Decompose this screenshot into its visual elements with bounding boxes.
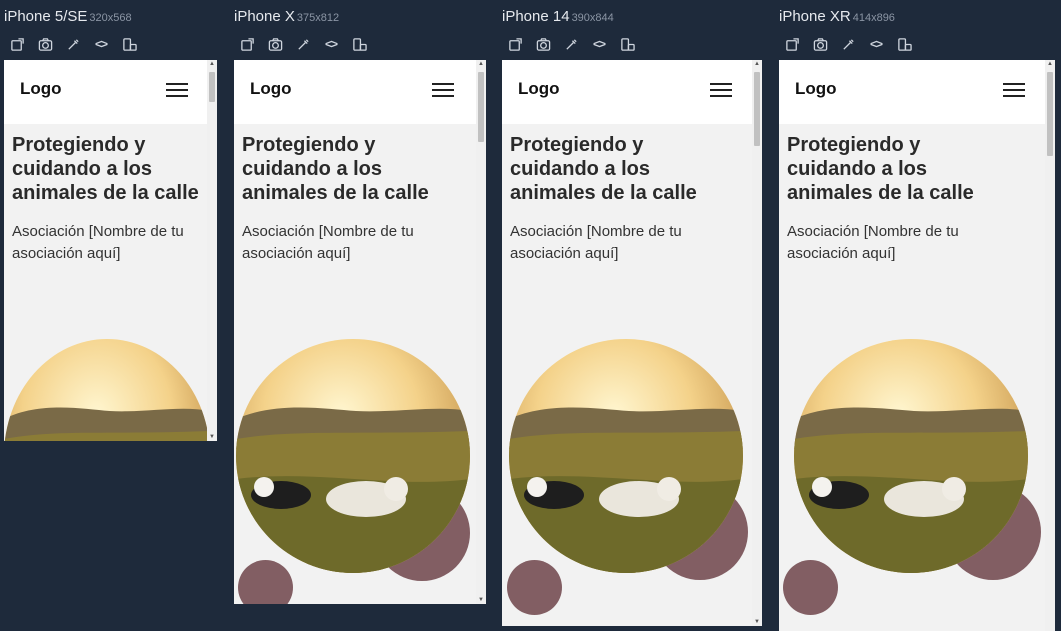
scrollbar[interactable]: ▲ ▼ xyxy=(476,60,486,604)
scroll-up-arrow-icon[interactable]: ▲ xyxy=(752,60,762,68)
rotate-icon[interactable] xyxy=(8,35,26,53)
device-label: iPhone 14 390x844 xyxy=(502,8,614,25)
hero-subtitle: Asociación [Nombre de tu asociación aquí… xyxy=(510,223,682,262)
site-navbar: Logo xyxy=(779,60,1045,124)
site-logo[interactable]: Logo xyxy=(250,79,292,99)
hamburger-menu-icon[interactable] xyxy=(432,83,454,99)
scrollbar[interactable]: ▲ ▼ xyxy=(207,60,217,441)
device-header: iPhone 5/SE 320x568 <> xyxy=(4,0,217,60)
scroll-thumb[interactable] xyxy=(209,72,215,102)
scroll-down-arrow-icon[interactable]: ▼ xyxy=(476,596,486,604)
hero-title: Protegiendo y cuidando a los animales de… xyxy=(242,134,429,204)
device-viewport: Logo Protegiendo y cuidando a los animal… xyxy=(779,60,1055,631)
hero-image xyxy=(4,339,210,441)
hero-image xyxy=(236,339,470,573)
screenshot-icon[interactable] xyxy=(534,35,552,53)
device-header: iPhone X 375x812 <> xyxy=(234,0,486,60)
device-rotate-icon[interactable] xyxy=(350,35,368,53)
scrollbar[interactable]: ▲ ▼ xyxy=(752,60,762,626)
screenshot-icon[interactable] xyxy=(266,35,284,53)
device-viewport: Logo Protegiendo y cuidando a los animal… xyxy=(234,60,486,604)
device-iphone-14: iPhone 14 390x844 <> Logo Protegiendo y c… xyxy=(502,0,762,626)
site-logo[interactable]: Logo xyxy=(518,79,560,99)
scroll-thumb[interactable] xyxy=(478,72,484,142)
site-logo[interactable]: Logo xyxy=(795,79,837,99)
screenshot-icon[interactable] xyxy=(36,35,54,53)
scroll-down-arrow-icon[interactable]: ▼ xyxy=(207,433,217,441)
hamburger-menu-icon[interactable] xyxy=(166,83,188,99)
site-navbar: Logo xyxy=(502,60,752,124)
scroll-down-arrow-icon[interactable]: ▼ xyxy=(752,618,762,626)
hero-title: Protegiendo y cuidando a los animales de… xyxy=(787,134,974,204)
device-viewport: Logo Protegiendo y cuidando a los animal… xyxy=(4,60,217,441)
rotate-icon[interactable] xyxy=(238,35,256,53)
pick-color-icon[interactable] xyxy=(64,35,82,53)
device-iphone-xr: iPhone XR 414x896 <> Logo Protegiendo y c… xyxy=(779,0,1055,631)
site-navbar: Logo xyxy=(4,60,207,124)
device-iphone-x: iPhone X 375x812 <> Logo Protegiendo y cu… xyxy=(234,0,486,604)
pick-color-icon[interactable] xyxy=(294,35,312,53)
device-toolbar: <> xyxy=(506,35,636,53)
hero-title: Protegiendo y cuidando a los animales de… xyxy=(510,134,697,204)
device-header: iPhone XR 414x896 <> xyxy=(779,0,1055,60)
pick-color-icon[interactable] xyxy=(562,35,580,53)
hamburger-menu-icon[interactable] xyxy=(710,83,732,99)
hero-title: Protegiendo y cuidando a los animales de… xyxy=(12,134,199,204)
hero-image xyxy=(794,339,1028,573)
hero-image xyxy=(509,339,743,573)
code-icon[interactable]: <> xyxy=(92,35,110,53)
hero-subtitle: Asociación [Nombre de tu asociación aquí… xyxy=(787,223,959,262)
scroll-up-arrow-icon[interactable]: ▲ xyxy=(207,60,217,68)
device-header: iPhone 14 390x844 <> xyxy=(502,0,762,60)
device-label: iPhone X 375x812 xyxy=(234,8,340,25)
scroll-up-arrow-icon[interactable]: ▲ xyxy=(476,60,486,68)
device-toolbar: <> xyxy=(783,35,913,53)
hamburger-menu-icon[interactable] xyxy=(1003,83,1025,99)
scroll-thumb[interactable] xyxy=(1047,72,1053,156)
code-icon[interactable]: <> xyxy=(590,35,608,53)
decorative-circle xyxy=(783,560,838,615)
device-rotate-icon[interactable] xyxy=(120,35,138,53)
device-toolbar: <> xyxy=(238,35,368,53)
rotate-icon[interactable] xyxy=(506,35,524,53)
device-label: iPhone XR 414x896 xyxy=(779,8,895,25)
site-navbar: Logo xyxy=(234,60,476,124)
decorative-circle xyxy=(507,560,562,615)
device-toolbar: <> xyxy=(8,35,138,53)
scroll-thumb[interactable] xyxy=(754,72,760,146)
device-rotate-icon[interactable] xyxy=(895,35,913,53)
device-viewport: Logo Protegiendo y cuidando a los animal… xyxy=(502,60,762,626)
pick-color-icon[interactable] xyxy=(839,35,857,53)
rotate-icon[interactable] xyxy=(783,35,801,53)
site-logo[interactable]: Logo xyxy=(20,79,62,99)
device-iphone-5-se: iPhone 5/SE 320x568 <> Logo Protegiendo y… xyxy=(4,0,217,441)
hero-subtitle: Asociación [Nombre de tu asociación aquí… xyxy=(242,223,414,262)
device-rotate-icon[interactable] xyxy=(618,35,636,53)
screenshot-icon[interactable] xyxy=(811,35,829,53)
scroll-up-arrow-icon[interactable]: ▲ xyxy=(1045,60,1055,68)
hero-subtitle: Asociación [Nombre de tu asociación aquí… xyxy=(12,223,184,262)
code-icon[interactable]: <> xyxy=(867,35,885,53)
device-label: iPhone 5/SE 320x568 xyxy=(4,8,132,25)
code-icon[interactable]: <> xyxy=(322,35,340,53)
scrollbar[interactable]: ▲ xyxy=(1045,60,1055,631)
